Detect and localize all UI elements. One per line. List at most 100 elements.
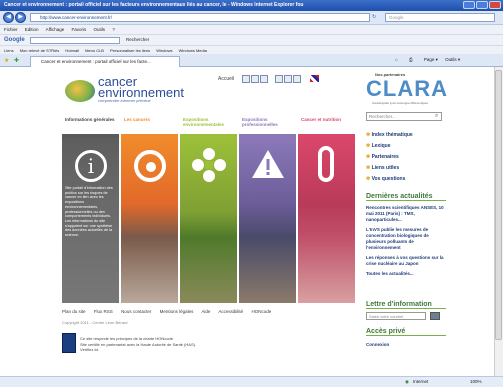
site-search-placeholder: Rechercher...	[369, 114, 396, 119]
menu-outils[interactable]: Outils	[94, 27, 106, 32]
menu-affichage[interactable]: Affichage	[46, 27, 65, 32]
browser-search-input[interactable]: Google	[385, 13, 495, 22]
zoom-level[interactable]: 100%	[470, 377, 482, 387]
site-logo-icon[interactable]	[65, 80, 95, 102]
accueil-link[interactable]: Accueil	[218, 76, 234, 82]
col-title-info[interactable]: Informations générales	[62, 114, 119, 134]
menu-item-index[interactable]: ✱ Index thématique	[366, 130, 413, 141]
link-item[interactable]: Mon relevé de STRiés	[20, 48, 60, 53]
link-item[interactable]: Menu CLB	[85, 48, 104, 53]
browser-tab[interactable]: Cancer et environnement : portail offici…	[30, 56, 180, 67]
address-bar-area: ◀ ▶ http://www.cancer-environnement.fr/ …	[0, 11, 503, 25]
footer-link[interactable]: Aide	[201, 309, 210, 314]
url-text: http://www.cancer-environnement.fr/	[40, 15, 113, 20]
footer-link[interactable]: Plan du site	[62, 309, 86, 314]
footer-link[interactable]: Accessibilité	[218, 309, 243, 314]
uk-flag-icon[interactable]	[310, 75, 319, 82]
menu-edition[interactable]: Edition	[25, 27, 39, 32]
menu-fichier[interactable]: Fichier	[4, 27, 18, 32]
font-a-medium-icon[interactable]	[284, 75, 292, 83]
newsletter-placeholder: Saisir votre courriel	[369, 314, 404, 319]
globe-icon: ◉	[405, 379, 409, 384]
target-icon	[134, 150, 166, 182]
command-bar: ⌂ ⎙ Page ▾ Outils ▾	[395, 57, 460, 63]
news-heading: Dernières actualités	[366, 193, 446, 201]
hon-badge-icon[interactable]	[62, 333, 76, 353]
footer-link[interactable]: Mentions légales	[160, 309, 194, 314]
link-item[interactable]: Windows Media	[179, 48, 207, 53]
newsletter-email-input[interactable]: Saisir votre courriel	[366, 312, 426, 320]
google-toolbar: Google Rechercher	[0, 34, 503, 45]
window-controls	[463, 1, 501, 9]
site-search-input[interactable]: Rechercher...	[366, 112, 442, 121]
links-label: Liens	[4, 48, 14, 53]
column-pro[interactable]	[239, 138, 296, 303]
news-item[interactable]: Les réponses à vos questions sur la cris…	[366, 255, 448, 267]
minimize-button[interactable]	[463, 1, 475, 9]
hon-verify-link[interactable]: Vérifiez ici.	[80, 347, 250, 353]
footer-link[interactable]: Nous contacter	[121, 309, 151, 314]
news-item[interactable]: Rencontres scientifiques ANSES, 10 mai 2…	[366, 205, 448, 223]
right-menu: ✱ Index thématique ✱ Lexique ✱ Partenair…	[366, 130, 413, 185]
link-item[interactable]: Windows	[156, 48, 172, 53]
copyright: Copyright 2011 - Centre Léon Bérard	[62, 320, 128, 325]
footer-link[interactable]: Flux RSS	[94, 309, 113, 314]
column-nutrition[interactable]	[298, 138, 355, 303]
page-menu[interactable]: Page ▾	[424, 57, 438, 62]
news-item[interactable]: L'InVS publie les mesures de concentrati…	[366, 227, 448, 251]
menu-item-liens[interactable]: ✱ Liens utiles	[366, 163, 413, 174]
google-search-input[interactable]	[30, 37, 120, 44]
refresh-icon[interactable]: ↻	[372, 14, 376, 20]
newsletter-submit-button[interactable]	[430, 312, 440, 320]
link-item[interactable]: Personnaliser les liens	[110, 48, 150, 53]
menu-item-label: Lexique	[371, 143, 391, 149]
scrollbar-thumb[interactable]	[495, 70, 502, 340]
info-icon: i	[75, 150, 107, 182]
maximize-button[interactable]	[476, 1, 488, 9]
menu-item-questions[interactable]: ✱ Vos questions	[366, 174, 413, 185]
text-size-small-icon[interactable]	[242, 75, 250, 83]
search-icon[interactable]: ⌕	[435, 113, 438, 120]
google-search-button[interactable]: Rechercher	[126, 35, 149, 45]
link-item[interactable]: Hotmail	[65, 48, 79, 53]
col-title-env[interactable]: Expositions environnementales	[180, 114, 237, 134]
text-size-large-icon[interactable]	[260, 75, 268, 83]
window-title-bar: Cancer et environnement : portail offici…	[0, 0, 503, 11]
menu-item-lexique[interactable]: ✱ Lexique	[366, 141, 413, 152]
news-all-link[interactable]: Toutes les actualités...	[366, 271, 448, 277]
column-env[interactable]	[180, 138, 237, 303]
menu-item-label: Partenaires	[371, 154, 399, 160]
add-favorite-icon[interactable]: ✚	[14, 57, 19, 64]
tab-label: Cancer et environnement : portail offici…	[41, 59, 151, 64]
footer-link[interactable]: HONcode	[251, 309, 271, 314]
clara-logo[interactable]: CLARA	[366, 78, 448, 100]
text-size-medium-icon[interactable]	[251, 75, 259, 83]
connexion-link[interactable]: Connexion	[366, 342, 389, 348]
status-bar: ◉ Internet 100%	[0, 376, 503, 387]
favorites-star-icon[interactable]: ★	[4, 57, 9, 64]
forward-button[interactable]: ▶	[15, 12, 26, 23]
menu-item-partenaires[interactable]: ✱ Partenaires	[366, 152, 413, 163]
tools-menu[interactable]: Outils ▾	[445, 57, 460, 62]
print-icon[interactable]: ⎙	[409, 57, 413, 62]
status-zone: Internet	[413, 379, 429, 384]
home-icon[interactable]: ⌂	[395, 57, 398, 62]
url-input[interactable]: http://www.cancer-environnement.fr/	[30, 13, 370, 22]
newsletter-heading: Lettre d'information	[366, 301, 446, 309]
back-button[interactable]: ◀	[3, 12, 14, 23]
font-a-small-icon[interactable]	[275, 75, 283, 83]
footer-links: Plan du site Flux RSS Nous contacter Men…	[62, 309, 278, 314]
menu-help[interactable]: ?	[112, 27, 115, 32]
window-title: Cancer et environnement : portail offici…	[4, 2, 304, 8]
warning-icon	[252, 150, 284, 178]
col-title-pro[interactable]: Expositions professionnelles	[239, 114, 296, 134]
menu-favoris[interactable]: Favoris	[72, 27, 87, 32]
close-button[interactable]	[489, 1, 501, 9]
column-cancers[interactable]	[121, 138, 178, 303]
font-a-large-icon[interactable]	[293, 75, 301, 83]
col-title-nutrition[interactable]: Cancer et nutrition	[298, 114, 355, 134]
column-info[interactable]: i Site portail d'information des publics…	[62, 138, 119, 303]
browser-search-placeholder: Google	[389, 15, 404, 20]
col-title-cancers[interactable]: Les cancers	[121, 114, 178, 134]
flower-icon	[192, 148, 226, 182]
